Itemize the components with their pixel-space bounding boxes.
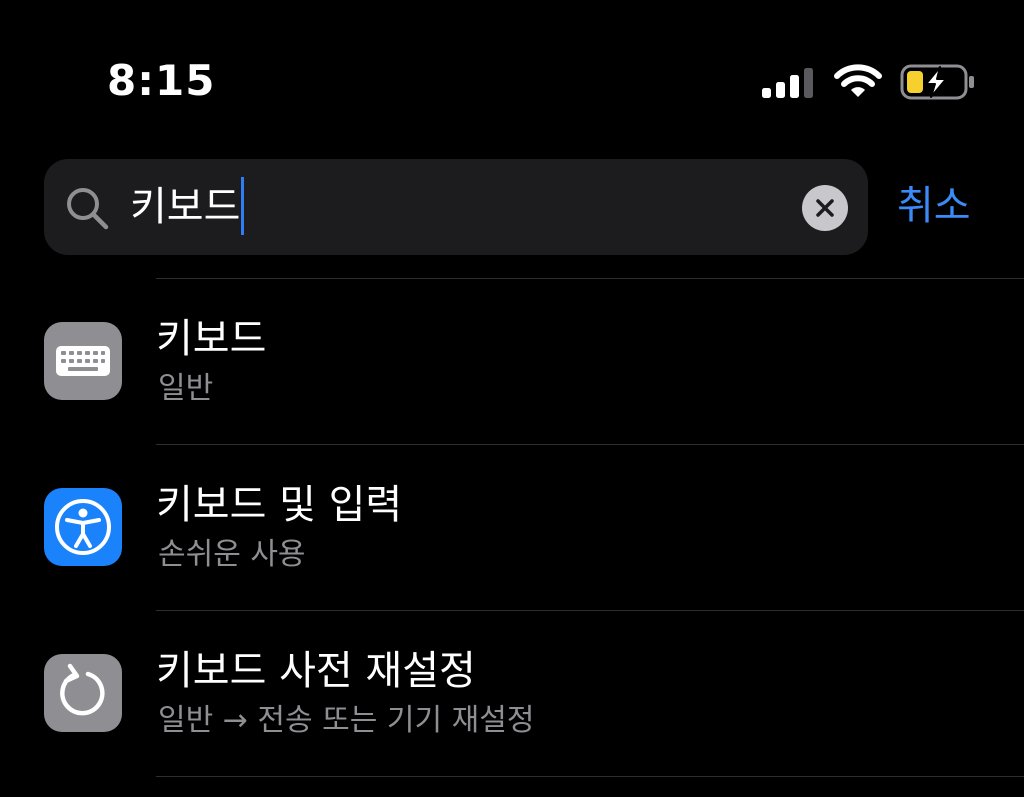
search-icon — [67, 188, 109, 230]
close-icon — [816, 199, 834, 217]
accessibility-app-icon — [44, 488, 122, 566]
result-title: 키보드 사전 재설정 — [156, 648, 476, 694]
settings-general-app-icon — [44, 322, 122, 400]
text-caret — [241, 177, 245, 235]
result-subtitle: 손쉬운 사용 — [158, 537, 306, 572]
status-icons — [762, 60, 977, 102]
wifi-icon — [834, 64, 882, 97]
settings-general-app-icon — [44, 654, 122, 732]
reset-arrow-icon — [60, 663, 105, 716]
cancel-button[interactable]: 취소 — [897, 178, 971, 234]
search-result-keyboard-input[interactable]: 키보드 및 입력 손쉬운 사용 — [0, 445, 1024, 610]
search-query-text: 키보드 — [130, 184, 241, 230]
status-time: 8:15 — [107, 56, 216, 105]
result-title: 키보드 — [156, 316, 267, 362]
result-subtitle: 일반 → 전송 또는 기기 재설정 — [158, 703, 535, 738]
separator — [156, 776, 1024, 777]
result-subtitle: 일반 — [158, 371, 214, 406]
search-result-reset-keyboard-dictionary[interactable]: 키보드 사전 재설정 일반 → 전송 또는 기기 재설정 — [0, 611, 1024, 776]
clear-search-button[interactable] — [802, 185, 848, 231]
cellular-signal-icon — [762, 68, 813, 98]
result-title: 키보드 및 입력 — [156, 482, 403, 528]
battery-charging-icon — [900, 64, 974, 100]
search-result-keyboard[interactable]: 키보드 일반 — [0, 279, 1024, 444]
search-bar[interactable]: 키보드 — [44, 159, 868, 255]
search-input[interactable]: 키보드 — [130, 177, 245, 237]
keyboard-icon — [56, 346, 110, 376]
accessibility-icon — [55, 499, 111, 555]
